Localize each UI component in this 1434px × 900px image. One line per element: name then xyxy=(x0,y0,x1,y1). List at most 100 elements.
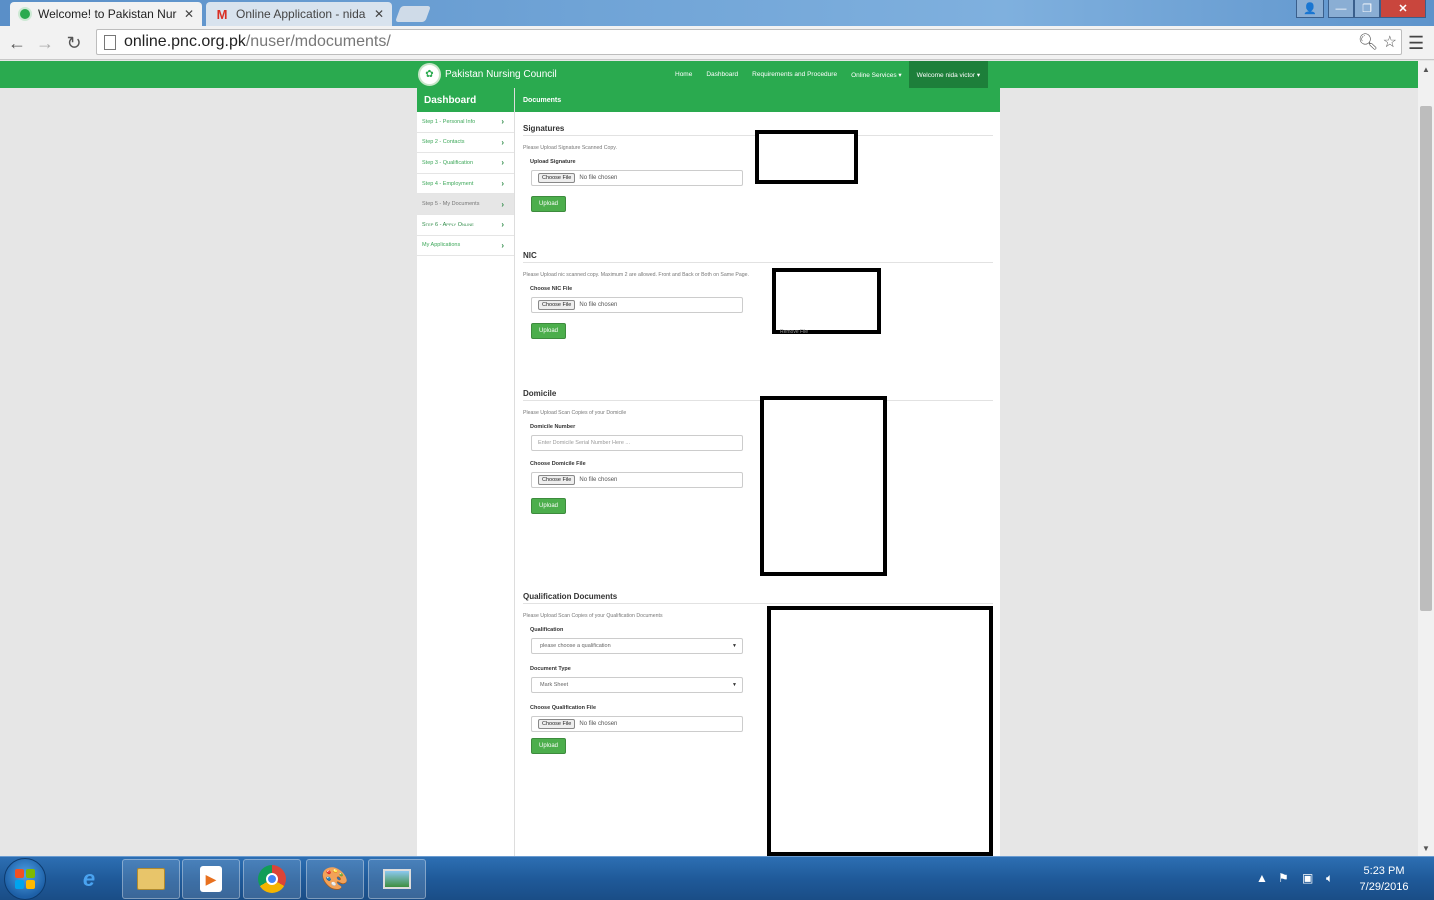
sidebar-title: Dashboard xyxy=(417,88,514,112)
zoom-icon[interactable]: 🔍︎ xyxy=(1358,34,1378,51)
no-file-text: No file chosen xyxy=(579,721,618,727)
domicile-upload-button[interactable]: Upload xyxy=(531,498,566,514)
pnc-favicon-icon xyxy=(18,7,32,21)
nic-file-input[interactable]: Choose File No file chosen xyxy=(531,297,743,313)
windows-logo-icon xyxy=(15,869,35,889)
volume-muted-icon[interactable]: 🔈︎ xyxy=(1326,871,1333,886)
chevron-right-icon: › xyxy=(501,158,504,168)
nav-online-services[interactable]: Online Services ▾ xyxy=(844,61,909,88)
dashboard-sidebar: Dashboard Step 1 - Personal Info › Step 2… xyxy=(417,88,514,856)
qualification-upload-button[interactable]: Upload xyxy=(531,738,566,754)
signature-file-input[interactable]: Choose File No file chosen xyxy=(531,170,743,186)
chevron-right-icon: › xyxy=(501,199,504,209)
scroll-down-arrow-icon[interactable]: ▼ xyxy=(1418,840,1434,856)
network-icon[interactable]: ▣ xyxy=(1302,871,1313,885)
close-window-button[interactable]: ✕ xyxy=(1380,0,1426,18)
no-file-text: No file chosen xyxy=(579,302,618,308)
choose-file-button[interactable]: Choose File xyxy=(538,173,576,183)
pnc-logo-icon: ✿ xyxy=(418,63,441,86)
browser-toolbar: ← → ↻ online.pnc.org.pk/nuser/mdocuments… xyxy=(0,26,1434,60)
signatures-help: Please Upload Signature Scanned Copy. xyxy=(523,145,617,151)
chevron-right-icon: › xyxy=(501,137,504,147)
domicile-preview-box xyxy=(760,396,887,576)
nic-preview-box xyxy=(772,268,881,334)
forward-arrow-icon[interactable]: → xyxy=(33,31,57,55)
chevron-right-icon: › xyxy=(501,240,504,250)
signature-preview-box xyxy=(755,130,858,184)
nic-remove-file-link[interactable]: Remove File xyxy=(780,329,808,335)
page-icon xyxy=(104,34,116,50)
choose-file-button[interactable]: Choose File xyxy=(538,475,576,485)
tab-pnc-welcome[interactable]: Welcome! to Pakistan Nur ✕ xyxy=(10,2,202,26)
address-bar[interactable]: online.pnc.org.pk/nuser/mdocuments/ 🔍︎ ☆ xyxy=(96,29,1402,55)
page-scrollbar[interactable]: ▲ ▼ xyxy=(1418,61,1434,856)
scrollbar-thumb[interactable] xyxy=(1420,106,1432,611)
no-file-text: No file chosen xyxy=(579,175,618,181)
nic-help: Please Upload nic scanned copy. Maximum … xyxy=(523,272,749,278)
nav-home[interactable]: Home xyxy=(668,61,699,88)
qualification-file-input[interactable]: Choose File No file chosen xyxy=(531,716,743,732)
scroll-up-arrow-icon[interactable]: ▲ xyxy=(1418,61,1434,77)
user-profile-icon[interactable]: 👤 xyxy=(1296,0,1324,18)
show-hidden-icons-arrow[interactable]: ▲ xyxy=(1256,871,1268,885)
qualification-select[interactable]: please choose a qualification ▼ xyxy=(531,638,743,654)
action-center-flag-icon[interactable]: ⚑ xyxy=(1278,871,1289,885)
sidebar-item-employment[interactable]: Step 4 - Employment › xyxy=(417,174,514,195)
browser-titlebar: Welcome! to Pakistan Nur ✕ M Online Appl… xyxy=(0,0,1434,26)
domicile-section: Domicile Please Upload Scan Copies of yo… xyxy=(523,389,993,514)
paint-icon[interactable]: 🎨 xyxy=(306,859,364,899)
signature-upload-button[interactable]: Upload xyxy=(531,196,566,212)
choose-nic-label: Choose NIC File xyxy=(530,286,573,292)
reload-icon[interactable]: ↻ xyxy=(62,31,86,55)
choose-file-button[interactable]: Choose File xyxy=(538,300,576,310)
site-brand[interactable]: ✿ Pakistan Nursing Council xyxy=(418,63,557,86)
domicile-heading: Domicile xyxy=(523,389,993,401)
system-clock[interactable]: 5:23 PM 7/29/2016 xyxy=(1348,863,1420,895)
sidebar-item-qualification[interactable]: Step 3 - Qualification › xyxy=(417,153,514,174)
site-navbar: ✿ Pakistan Nursing Council Home Dashboar… xyxy=(0,61,1418,88)
close-tab-icon[interactable]: ✕ xyxy=(374,7,384,21)
start-button[interactable] xyxy=(4,858,46,900)
nic-upload-button[interactable]: Upload xyxy=(531,323,566,339)
qualification-help: Please Upload Scan Copies of your Qualif… xyxy=(523,613,663,619)
sidebar-item-personal-info[interactable]: Step 1 - Personal Info › xyxy=(417,112,514,133)
nav-user-menu[interactable]: Welcome nida victor ▾ xyxy=(908,61,989,88)
site-nav-links: Home Dashboard Requirements and Procedur… xyxy=(668,61,989,88)
chrome-icon[interactable] xyxy=(243,859,301,899)
nav-requirements[interactable]: Requirements and Procedure xyxy=(745,61,844,88)
media-player-icon[interactable]: ▶ xyxy=(182,859,240,899)
clock-time: 5:23 PM xyxy=(1363,865,1405,877)
new-tab-button[interactable] xyxy=(395,6,431,22)
no-file-text: No file chosen xyxy=(579,477,618,483)
document-type-select[interactable]: Mark Sheet ▼ xyxy=(531,677,743,693)
sidebar-item-my-documents[interactable]: Step 5 - My Documents › xyxy=(417,194,514,215)
bookmark-star-icon[interactable]: ☆ xyxy=(1383,34,1397,51)
documents-title: Documents xyxy=(515,88,1000,112)
internet-explorer-icon[interactable]: e xyxy=(60,859,118,899)
tab-online-application[interactable]: M Online Application - nida ✕ xyxy=(206,2,392,26)
domicile-file-input[interactable]: Choose File No file chosen xyxy=(531,472,743,488)
page-viewport: ✿ Pakistan Nursing Council Home Dashboar… xyxy=(0,61,1418,856)
domicile-help: Please Upload Scan Copies of your Domici… xyxy=(523,410,627,416)
sidebar-item-my-applications[interactable]: My Applications › xyxy=(417,236,514,257)
chevron-right-icon: › xyxy=(501,117,504,127)
url-text: online.pnc.org.pk/nuser/mdocuments/ xyxy=(124,33,391,50)
nav-dashboard[interactable]: Dashboard xyxy=(699,61,745,88)
nic-heading: NIC xyxy=(523,251,993,263)
chevron-right-icon: › xyxy=(501,220,504,230)
sidebar-item-apply-online[interactable]: Step 6 - Apply Online › xyxy=(417,215,514,236)
close-tab-icon[interactable]: ✕ xyxy=(184,7,194,21)
maximize-button[interactable]: ❐ xyxy=(1354,0,1380,18)
minimize-button[interactable]: — xyxy=(1328,0,1354,18)
nic-section: NIC Please Upload nic scanned copy. Maxi… xyxy=(523,251,993,339)
chrome-menu-icon[interactable]: ☰ xyxy=(1408,33,1428,53)
qualification-preview-box xyxy=(767,606,993,856)
sidebar-item-contacts[interactable]: Step 2 - Contacts › xyxy=(417,133,514,154)
file-explorer-icon[interactable] xyxy=(122,859,180,899)
choose-file-button[interactable]: Choose File xyxy=(538,719,576,729)
domicile-number-input[interactable]: Enter Domicile Serial Number Here ... xyxy=(531,435,743,451)
gmail-icon: M xyxy=(216,6,228,22)
photo-viewer-icon[interactable] xyxy=(368,859,426,899)
tab-title: Welcome! to Pakistan Nur xyxy=(38,7,177,21)
back-arrow-icon[interactable]: ← xyxy=(5,31,29,55)
